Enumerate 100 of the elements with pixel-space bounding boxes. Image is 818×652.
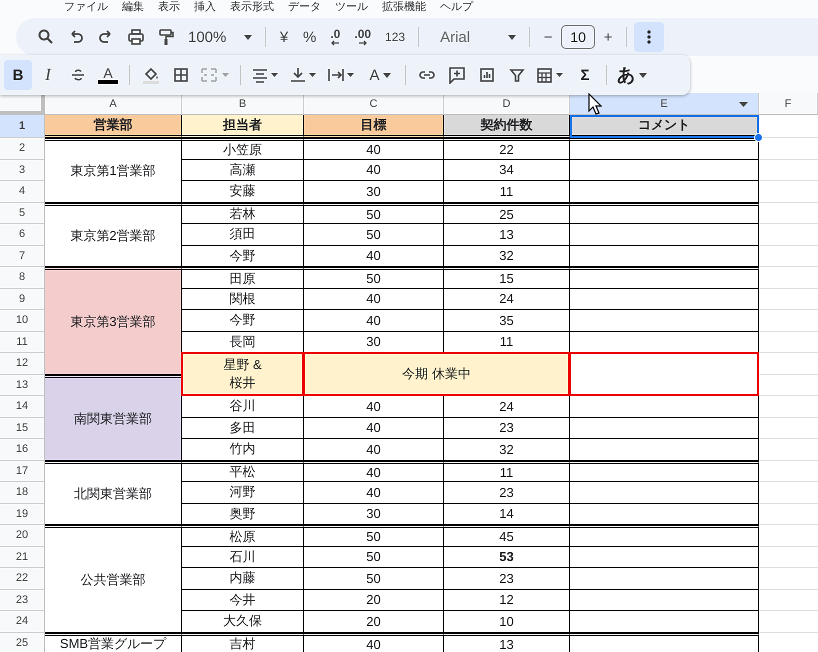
- column-letter: A: [109, 98, 117, 110]
- header-cell: 目標: [304, 115, 444, 138]
- target-cell: 50: [304, 568, 444, 590]
- row-number[interactable]: 22: [0, 568, 45, 590]
- header-cell: コメント: [570, 115, 759, 138]
- department-cell: 北関東営業部: [45, 460, 182, 525]
- column-header[interactable]: E: [570, 93, 759, 115]
- column-header[interactable]: B: [182, 93, 304, 115]
- row-number[interactable]: 12: [0, 353, 45, 374]
- format-button[interactable]: Σ: [571, 60, 599, 90]
- column-letter: E: [660, 98, 668, 110]
- format-button[interactable]: B: [4, 60, 32, 90]
- row-number[interactable]: 6: [0, 224, 45, 246]
- row-number[interactable]: 23: [0, 590, 45, 611]
- row-number[interactable]: 1: [0, 115, 45, 138]
- decrease-decimal-button[interactable]: .0: [324, 22, 346, 52]
- zoom-dropdown[interactable]: 100%: [182, 22, 258, 52]
- contracts-cell: 15: [444, 267, 570, 288]
- row-number[interactable]: 3: [0, 160, 45, 181]
- column-header[interactable]: D: [444, 93, 570, 115]
- font-dropdown[interactable]: Arial: [426, 22, 522, 52]
- contracts-cell: 25: [444, 202, 570, 224]
- person-cell: 今井: [182, 590, 304, 611]
- text-rotation-button[interactable]: A: [362, 60, 398, 90]
- italic-button[interactable]: I: [34, 60, 62, 90]
- row-number[interactable]: 7: [0, 246, 45, 267]
- target-cell: 50: [304, 267, 444, 288]
- caret-icon: [508, 34, 516, 40]
- department-cell: SMB営業グループ: [45, 632, 182, 652]
- target-cell: 40: [304, 632, 444, 652]
- row-number[interactable]: 13: [0, 374, 45, 396]
- button-label: あ: [617, 64, 635, 87]
- contracts-cell: 14: [444, 504, 570, 525]
- selection-handle[interactable]: [754, 133, 763, 142]
- row-number[interactable]: 14: [0, 396, 45, 418]
- menu-item[interactable]: 挿入: [194, 1, 216, 13]
- menu-item[interactable]: 表示: [158, 1, 180, 13]
- row-number[interactable]: 4: [0, 181, 45, 202]
- menu-item[interactable]: ヘルプ: [440, 1, 473, 13]
- person-cell: 奥野: [182, 504, 304, 525]
- menu-item[interactable]: データ: [288, 1, 321, 13]
- row-number[interactable]: 20: [0, 525, 45, 546]
- menu-item[interactable]: 拡張機能: [382, 1, 426, 13]
- row-number[interactable]: 11: [0, 332, 45, 353]
- column-header[interactable]: C: [304, 93, 444, 115]
- align-center-icon: [251, 67, 281, 83]
- column-letter: B: [238, 98, 246, 110]
- more-button[interactable]: [634, 22, 664, 52]
- text-color-button[interactable]: A: [94, 60, 122, 90]
- align-bottom-icon: [289, 67, 319, 83]
- caret-icon: [382, 72, 390, 78]
- row-number[interactable]: 2: [0, 138, 45, 160]
- strikethrough-icon: [70, 67, 86, 83]
- font-size-field[interactable]: 10: [561, 25, 596, 49]
- row-number[interactable]: 10: [0, 310, 45, 332]
- row-number[interactable]: 15: [0, 418, 45, 439]
- row-number[interactable]: 25: [0, 632, 45, 652]
- menu-item[interactable]: 編集: [122, 1, 144, 13]
- row-number[interactable]: 21: [0, 546, 45, 568]
- row-number[interactable]: 8: [0, 267, 45, 288]
- menu-item[interactable]: ファイル: [64, 1, 108, 13]
- column-header[interactable]: F: [759, 93, 818, 115]
- person-cell: 竹内: [182, 439, 304, 460]
- row-number[interactable]: 9: [0, 288, 45, 310]
- cursor-icon: [588, 93, 602, 115]
- toolbar-button[interactable]: −: [537, 22, 560, 52]
- row-number[interactable]: 17: [0, 460, 45, 482]
- caret-icon[interactable]: [739, 102, 748, 107]
- increase-decimal-button[interactable]: .00: [348, 22, 378, 52]
- department-cell: 東京第3営業部: [45, 267, 182, 374]
- menu-item[interactable]: 表示形式: [230, 1, 274, 13]
- row-number[interactable]: 19: [0, 504, 45, 525]
- row-number[interactable]: 18: [0, 482, 45, 504]
- target-cell: 50: [304, 525, 444, 546]
- target-cell: 40: [304, 396, 444, 418]
- column-letter: C: [370, 98, 378, 110]
- menu-item[interactable]: ツール: [335, 1, 368, 13]
- person-cell: 大久保: [182, 611, 304, 632]
- number-format-button[interactable]: 123: [379, 22, 412, 52]
- toolbar-button[interactable]: %: [297, 22, 322, 52]
- paint-bucket-icon: [142, 66, 160, 84]
- column-letter: F: [784, 98, 792, 110]
- row-number[interactable]: 24: [0, 611, 45, 632]
- column-header[interactable]: A: [45, 93, 182, 115]
- row-number[interactable]: 16: [0, 439, 45, 460]
- person-cell: 谷川: [182, 396, 304, 418]
- contracts-cell: 23: [444, 418, 570, 439]
- input-tools-button[interactable]: あ: [614, 60, 650, 90]
- target-cell: 50: [304, 546, 444, 568]
- contracts-cell: 13: [444, 632, 570, 652]
- header-cell: 担当者: [182, 115, 304, 138]
- person-cell: 若林: [182, 202, 304, 224]
- contracts-cell: 32: [444, 439, 570, 460]
- target-cell: 30: [304, 504, 444, 525]
- left-arrow-icon: [330, 40, 340, 46]
- row-number[interactable]: 5: [0, 202, 45, 224]
- toolbar-button[interactable]: ¥: [273, 22, 295, 52]
- toolbar-button[interactable]: +: [597, 22, 620, 52]
- button-label: A: [369, 66, 380, 84]
- contracts-cell: 24: [444, 288, 570, 310]
